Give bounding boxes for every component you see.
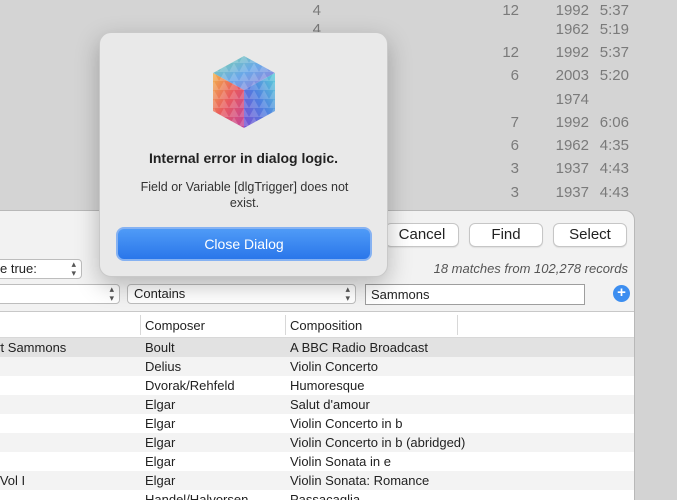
app-cube-icon (213, 56, 275, 128)
year: 2003 (555, 67, 589, 84)
chevron-updown-icon: ▴ ▾ (345, 284, 350, 303)
cell-artist: ert Sammons (0, 340, 67, 355)
dialog-title: Internal error in dialog logic. (148, 150, 339, 166)
table-row[interactable]: Dvorak/Rehfeld Humoresque (0, 376, 634, 395)
match-mode-select[interactable]: e true: ▴ ▾ (0, 259, 82, 279)
chevron-updown-icon: ▴ ▾ (71, 259, 76, 278)
error-dialog: Internal error in dialog logic. Field or… (99, 32, 388, 277)
year: 1937 (555, 160, 589, 177)
year: 1992 (555, 44, 589, 61)
find-button[interactable]: Find (469, 223, 543, 247)
cell-artist: n Vol I (0, 473, 26, 488)
disc-count: 12 (502, 2, 519, 19)
duration: 5:20 (599, 67, 629, 84)
cancel-button[interactable]: Cancel (385, 223, 459, 247)
year: 1937 (555, 184, 589, 201)
duration: 5:37 (599, 44, 629, 61)
cell-composition: Violin Concerto in b (abridged) (290, 435, 466, 450)
cell-composer: Elgar (145, 397, 176, 412)
field-select[interactable]: ▴ ▾ (0, 284, 120, 304)
cell-composer: Elgar (145, 435, 176, 450)
column-divider[interactable] (140, 315, 141, 335)
year: 1992 (555, 114, 589, 131)
year: 1962 (555, 137, 589, 154)
column-header-composer[interactable]: Composer (145, 318, 205, 333)
disc-count: 7 (510, 114, 519, 131)
table-row[interactable]: Handel/Halvorsen Passacaglia (0, 490, 634, 500)
dialog-message: Field or Variable [dlgTrigger] does not … (140, 180, 349, 210)
table-row[interactable]: d Elgar Violin Concerto in b (abridged) (0, 433, 634, 452)
results-table: Composer Composition ert Sammons Boult A… (0, 311, 634, 500)
operator-value: Contains (134, 286, 186, 301)
select-button[interactable]: Select (553, 223, 627, 247)
cell-composer: Elgar (145, 416, 176, 431)
cell-composer: Elgar (145, 454, 176, 469)
operator-select[interactable]: Contains ▴ ▾ (127, 284, 356, 304)
add-criteria-button[interactable]: + (613, 285, 630, 302)
track-count: 4 (312, 2, 321, 19)
table-row[interactable]: Elgar Violin Concerto in b (0, 414, 634, 433)
table-header: Composer Composition (0, 311, 634, 338)
column-header-composition[interactable]: Composition (290, 318, 362, 333)
cell-composition: Violin Sonata in e (290, 454, 391, 469)
duration: 4:43 (599, 184, 629, 201)
duration: 4:43 (599, 160, 629, 177)
table-row[interactable]: d Elgar Salut d'amour (0, 395, 634, 414)
year: 1974 (555, 91, 589, 108)
match-count-status: 18 matches from 102,278 records (433, 261, 628, 276)
table-row[interactable]: ert Sammons Boult A BBC Radio Broadcast (0, 338, 634, 357)
disc-count: 12 (502, 44, 519, 61)
disc-count: 3 (510, 184, 519, 201)
table-row[interactable]: Delius Violin Concerto (0, 357, 634, 376)
cell-composition: A BBC Radio Broadcast (290, 340, 429, 355)
cell-composer: Elgar (145, 473, 176, 488)
cell-composer: Dvorak/Rehfeld (145, 378, 235, 393)
duration: 5:19 (599, 21, 629, 38)
close-dialog-button[interactable]: Close Dialog (116, 227, 372, 261)
year: 1962 (555, 21, 589, 38)
table-body: ert Sammons Boult A BBC Radio Broadcast … (0, 338, 634, 500)
duration: 5:37 (599, 2, 629, 19)
table-row[interactable]: Elgar Violin Sonata in e (0, 452, 634, 471)
chevron-updown-icon: ▴ ▾ (109, 284, 114, 303)
cell-composer: Delius (145, 359, 182, 374)
cell-composer: Boult (145, 340, 175, 355)
match-mode-value: e true: (0, 261, 37, 276)
column-divider[interactable] (285, 315, 286, 335)
cell-composition: Violin Concerto in b (290, 416, 403, 431)
cell-composition: Passacaglia (290, 492, 361, 500)
cell-composition: Salut d'amour (290, 397, 370, 412)
table-row[interactable]: n Vol I Elgar Violin Sonata: Romance (0, 471, 634, 490)
duration: 6:06 (599, 114, 629, 131)
year: 1992 (555, 2, 589, 19)
cell-composition: Humoresque (290, 378, 365, 393)
plus-icon: + (617, 284, 626, 301)
disc-count: 6 (510, 137, 519, 154)
column-divider[interactable] (457, 315, 458, 335)
search-input[interactable]: Sammons (365, 284, 585, 305)
disc-count: 3 (510, 160, 519, 177)
cell-composition: Violin Concerto (290, 359, 378, 374)
cell-composition: Violin Sonata: Romance (290, 473, 430, 488)
duration: 4:35 (599, 137, 629, 154)
disc-count: 6 (510, 67, 519, 84)
cell-composer: Handel/Halvorsen (145, 492, 249, 500)
